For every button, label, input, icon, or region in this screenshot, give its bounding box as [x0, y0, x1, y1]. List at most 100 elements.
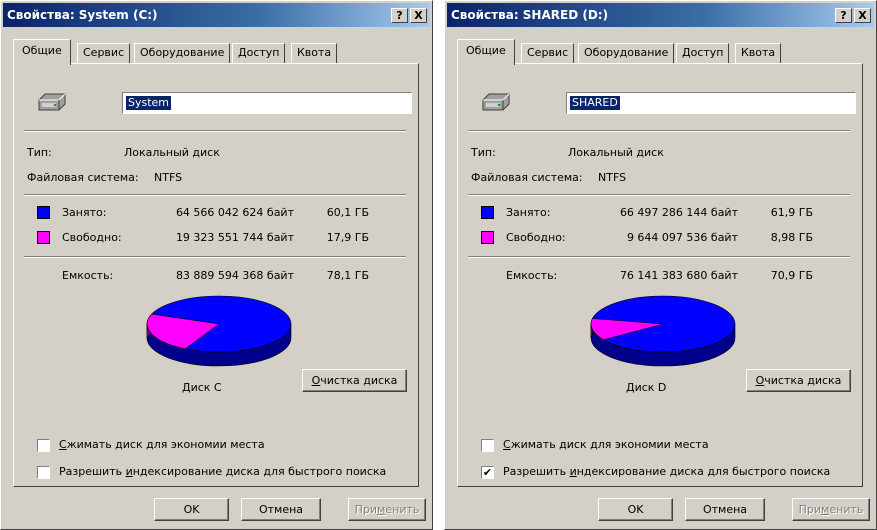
disk-usage-pie-chart — [590, 295, 736, 367]
drive-name-input[interactable]: SHARED — [566, 92, 856, 114]
used-label: Занято: — [62, 206, 107, 219]
index-text: ндексирование диска для быстрого поиска — [132, 465, 387, 478]
general-panel: System Тип: Локальный диск Файловая сист… — [13, 63, 419, 487]
capacity-gb: 78,1 ГБ — [326, 269, 369, 282]
drive-name-value: System — [126, 96, 172, 110]
ok-button[interactable]: OK — [154, 498, 229, 521]
filesystem-label: Файловая система: — [27, 171, 139, 184]
apply-text: енить — [385, 503, 420, 516]
disk-label: Диск D — [626, 381, 667, 394]
separator — [24, 256, 406, 258]
compress-accel: С — [59, 438, 67, 451]
apply-text: енить — [829, 503, 864, 516]
tab-sharing[interactable]: Доступ — [676, 43, 730, 63]
filesystem-value: NTFS — [598, 171, 627, 184]
tab-hardware[interactable]: Оборудование — [578, 43, 675, 63]
cleanup-accel: О — [311, 374, 321, 387]
used-bytes: 64 566 042 624 байт — [175, 206, 294, 219]
compress-accel: С — [503, 438, 511, 451]
used-gb: 60,1 ГБ — [326, 206, 369, 219]
drive-icon — [482, 93, 510, 111]
cleanup-text: чистка диска — [764, 374, 842, 387]
index-text-pre: Разрешить — [503, 465, 570, 478]
disk-cleanup-button[interactable]: Очистка диска — [302, 369, 407, 392]
free-gb: 8,98 ГБ — [770, 231, 813, 244]
disk-cleanup-button[interactable]: Очистка диска — [746, 369, 851, 392]
compress-checkbox[interactable] — [37, 439, 50, 452]
compress-text: жимать диск для экономии места — [66, 438, 265, 451]
tab-hardware[interactable]: Оборудование — [134, 43, 231, 63]
capacity-label: Емкость: — [506, 269, 558, 282]
help-button[interactable]: ? — [835, 8, 852, 23]
index-text-pre: Разрешить — [59, 465, 126, 478]
free-bytes: 9 644 097 536 байт — [626, 231, 738, 244]
capacity-bytes: 83 889 594 368 байт — [175, 269, 294, 282]
index-checkbox[interactable] — [37, 466, 50, 479]
tab-general[interactable]: Общие — [13, 39, 71, 65]
general-panel: SHARED Тип: Локальный диск Файловая сист… — [457, 63, 863, 487]
capacity-label: Емкость: — [62, 269, 114, 282]
filesystem-label: Файловая система: — [471, 171, 583, 184]
properties-window-c: Свойства: System (C:) ? X Общие Сервис О… — [0, 0, 433, 530]
compress-label[interactable]: Сжимать диск для экономии места — [503, 438, 709, 451]
free-bytes: 19 323 551 744 байт — [175, 231, 294, 244]
index-label[interactable]: Разрешить индексирование диска для быстр… — [59, 465, 386, 478]
index-text: ндексирование диска для быстрого поиска — [576, 465, 831, 478]
free-label: Свободно: — [506, 231, 566, 244]
used-color-swatch — [481, 206, 494, 219]
type-label: Тип: — [27, 146, 52, 159]
window-title: Свойства: SHARED (D:) — [451, 8, 609, 22]
window-gap — [433, 0, 444, 530]
free-color-swatch — [481, 231, 494, 244]
capacity-gb: 70,9 ГБ — [770, 269, 813, 282]
drive-icon — [38, 93, 66, 111]
drive-name-input[interactable]: System — [122, 92, 412, 114]
apply-button[interactable]: Применить — [792, 498, 870, 521]
title-bar[interactable]: Свойства: SHARED (D:) ? X — [447, 3, 874, 27]
index-label[interactable]: Разрешить индексирование диска для быстр… — [503, 465, 830, 478]
apply-text-pre: При — [354, 503, 378, 516]
cancel-button[interactable]: Отмена — [685, 498, 765, 521]
tab-tools[interactable]: Сервис — [521, 43, 575, 63]
window-title: Свойства: System (C:) — [7, 8, 158, 22]
apply-button[interactable]: Применить — [348, 498, 426, 521]
used-gb: 61,9 ГБ — [770, 206, 813, 219]
free-gb: 17,9 ГБ — [326, 231, 369, 244]
cleanup-accel: О — [755, 374, 765, 387]
separator — [468, 256, 850, 258]
properties-window-d: Свойства: SHARED (D:) ? X Общие Сервис О… — [444, 0, 877, 530]
type-value: Локальный диск — [124, 146, 220, 159]
type-label: Тип: — [471, 146, 496, 159]
cleanup-text: чистка диска — [320, 374, 398, 387]
tab-sharing[interactable]: Доступ — [232, 43, 286, 63]
close-button[interactable]: X — [410, 8, 427, 23]
drive-name-value: SHARED — [570, 96, 620, 110]
type-value: Локальный диск — [568, 146, 664, 159]
compress-text: жимать диск для экономии места — [510, 438, 709, 451]
compress-checkbox[interactable] — [481, 439, 494, 452]
separator — [24, 130, 406, 132]
help-button[interactable]: ? — [391, 8, 408, 23]
used-color-swatch — [37, 206, 50, 219]
index-accel: и — [125, 465, 133, 478]
compress-label[interactable]: Сжимать диск для экономии места — [59, 438, 265, 451]
tab-quota[interactable]: Квота — [735, 43, 782, 63]
separator — [24, 194, 406, 196]
tab-tools[interactable]: Сервис — [77, 43, 131, 63]
used-bytes: 66 497 286 144 байт — [619, 206, 738, 219]
disk-label: Диск C — [182, 381, 222, 394]
title-bar[interactable]: Свойства: System (C:) ? X — [3, 3, 430, 27]
tab-general[interactable]: Общие — [457, 39, 515, 65]
index-accel: и — [569, 465, 577, 478]
filesystem-value: NTFS — [154, 171, 183, 184]
separator — [468, 194, 850, 196]
used-label: Занято: — [506, 206, 551, 219]
cancel-button[interactable]: Отмена — [241, 498, 321, 521]
tab-quota[interactable]: Квота — [291, 43, 338, 63]
apply-text-pre: При — [798, 503, 822, 516]
free-label: Свободно: — [62, 231, 122, 244]
capacity-bytes: 76 141 383 680 байт — [619, 269, 738, 282]
ok-button[interactable]: OK — [598, 498, 673, 521]
index-checkbox[interactable]: ✔ — [481, 466, 494, 479]
close-button[interactable]: X — [854, 8, 871, 23]
